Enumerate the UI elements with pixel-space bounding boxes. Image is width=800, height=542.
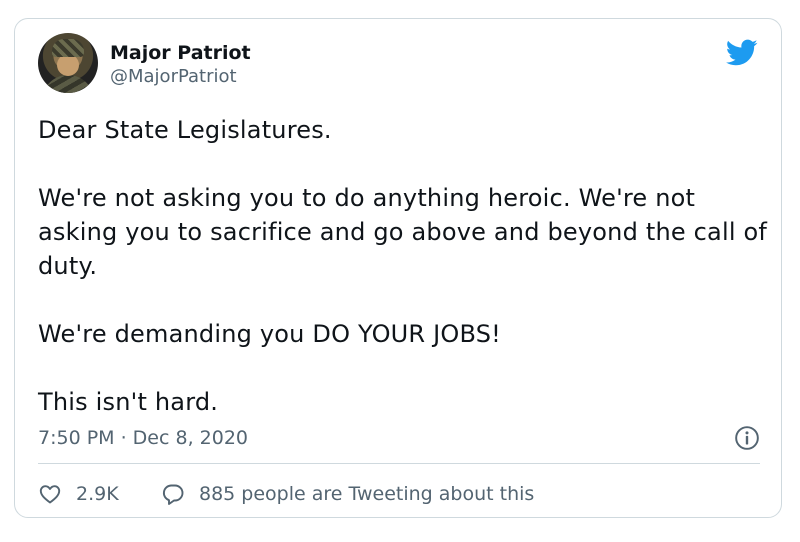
tweet-card[interactable]: Major Patriot @MajorPatriot Dear State L… bbox=[14, 18, 782, 518]
heart-icon bbox=[39, 485, 61, 504]
info-icon[interactable] bbox=[734, 425, 760, 451]
divider bbox=[38, 463, 760, 464]
tweet-text: Dear State Legislatures. We're not askin… bbox=[38, 116, 768, 416]
twitter-bird-icon[interactable] bbox=[726, 39, 758, 67]
author-handle[interactable]: @MajorPatriot bbox=[110, 66, 237, 88]
avatar-face bbox=[57, 54, 79, 76]
tweet-timestamp[interactable]: 7:50 PM · Dec 8, 2020 bbox=[38, 426, 248, 450]
avatar-cap bbox=[52, 39, 84, 57]
like-count: 2.9K bbox=[76, 483, 119, 505]
avatar[interactable] bbox=[38, 33, 98, 93]
tweeting-link[interactable]: 885 people are Tweeting about this bbox=[161, 481, 534, 507]
like-button[interactable]: 2.9K bbox=[38, 481, 119, 507]
speech-bubble-icon bbox=[163, 484, 184, 505]
tweeting-count-text: 885 people are Tweeting about this bbox=[199, 483, 535, 505]
author-name[interactable]: Major Patriot bbox=[110, 41, 251, 65]
avatar-shoulders bbox=[42, 75, 94, 93]
